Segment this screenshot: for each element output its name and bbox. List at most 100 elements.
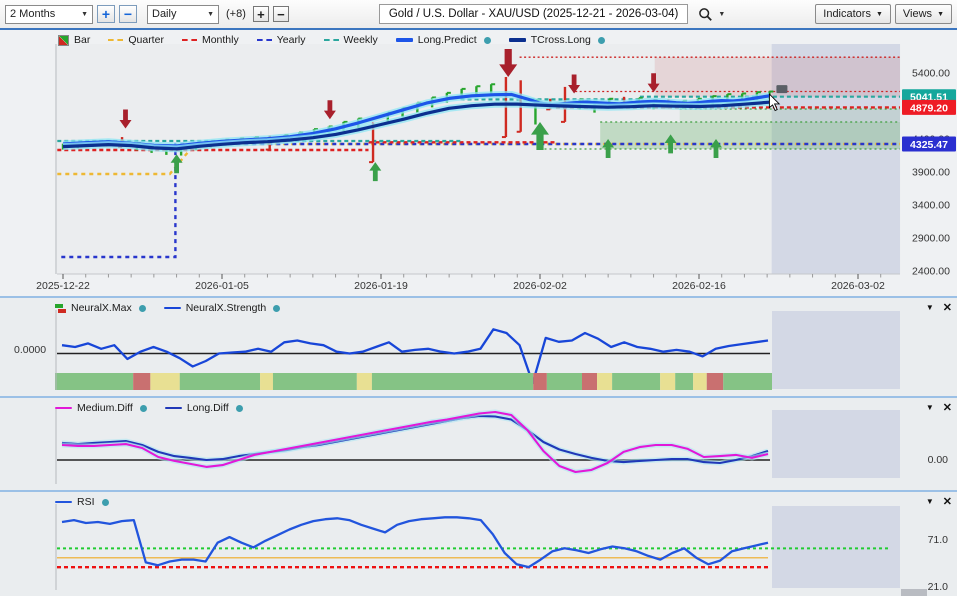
close-panel-button[interactable]: ✕ <box>943 401 952 414</box>
rsi-tick-21: 21.0 <box>928 581 948 593</box>
legend-label: Yearly <box>277 34 306 46</box>
indicator-info-dot-icon[interactable] <box>598 37 605 44</box>
weekly-line-icon <box>324 39 339 41</box>
rsi-panel[interactable]: RSI 71.0 21.0 ▼ ✕ <box>0 490 957 596</box>
offset-decrease-button[interactable]: − <box>273 6 289 22</box>
legend-item-bar[interactable]: Bar <box>58 34 90 46</box>
monthly-line-icon <box>182 39 197 41</box>
neuralx-max-strip-segment <box>707 373 723 390</box>
legend-item-quarter[interactable]: Quarter <box>108 34 164 46</box>
legend-label: NeuralX.Max <box>71 302 132 314</box>
legend-item-monthly[interactable]: Monthly <box>182 34 239 46</box>
x-axis-label: 2026-01-05 <box>195 280 249 292</box>
x-axis-label: 2026-03-02 <box>831 280 885 292</box>
legend-label: Medium.Diff <box>77 402 133 414</box>
search-icon[interactable] <box>698 7 713 22</box>
legend-item-long-diff[interactable]: Long.Diff <box>165 402 243 414</box>
legend-label: Monthly <box>202 34 239 46</box>
legend-item-neuralx-max[interactable]: NeuralX.Max <box>55 302 146 314</box>
rsi-chart-plot[interactable] <box>0 492 957 596</box>
close-panel-button[interactable]: ✕ <box>943 301 952 314</box>
collapse-panel-button[interactable]: ▼ <box>926 403 934 412</box>
legend-item-neuralx-strength[interactable]: NeuralX.Strength <box>164 302 281 314</box>
symbol-search[interactable]: ▼ <box>698 7 725 22</box>
toolbar: 2 Months ▼ + − Daily ▼ (+8) + − Gold / U… <box>0 0 957 28</box>
dropdown-caret-icon: ▼ <box>207 11 214 18</box>
legend-label: TCross.Long <box>531 34 591 46</box>
legend-label: Long.Predict <box>418 34 477 46</box>
legend-item-yearly[interactable]: Yearly <box>257 34 306 46</box>
neuralx-strength-line-icon <box>164 307 181 310</box>
legend-item-long-predict[interactable]: Long.Predict <box>396 34 491 46</box>
future-window-zone <box>772 506 900 588</box>
legend-item-weekly[interactable]: Weekly <box>324 34 378 46</box>
range-select[interactable]: 2 Months ▼ <box>5 5 93 24</box>
legend-label: Long.Diff <box>187 402 229 414</box>
close-panel-button[interactable]: ✕ <box>943 495 952 508</box>
price-badge-value: 4325.47 <box>910 139 948 151</box>
diff-legend: Medium.Diff Long.Diff <box>55 402 243 414</box>
indicator-info-dot-icon[interactable] <box>273 305 280 312</box>
main-price-panel[interactable]: Bar Quarter Monthly Yearly Weekly Long.P… <box>0 28 957 296</box>
indicator-info-dot-icon[interactable] <box>139 305 146 312</box>
price-badge-value: 4879.20 <box>910 102 948 114</box>
legend-label: NeuralX.Strength <box>186 302 267 314</box>
bar-offset-label: (+8) <box>223 8 249 20</box>
neuralx-max-strip-segment <box>150 373 179 390</box>
range-increase-button[interactable]: + <box>97 5 115 23</box>
symbol-title-box[interactable]: Gold / U.S. Dollar - XAU/USD (2025-12-21… <box>379 4 689 24</box>
neuralx-max-strip-segment <box>660 373 675 390</box>
neuralx-max-strip-segment <box>675 373 693 390</box>
bar-legend-icon <box>58 35 69 46</box>
neuralx-max-strip-segment <box>180 373 260 390</box>
indicators-menu-button[interactable]: Indicators ▼ <box>815 4 891 24</box>
legend-label: Bar <box>74 34 90 46</box>
legend-label: RSI <box>77 496 95 508</box>
series-line-medium-diff <box>62 412 768 472</box>
y-axis-label: 2900.00 <box>912 233 950 245</box>
neuralx-max-strip-segment <box>533 373 547 390</box>
search-caret-icon[interactable]: ▼ <box>718 11 725 18</box>
views-menu-label: Views <box>903 8 932 20</box>
indicator-info-dot-icon[interactable] <box>140 405 147 412</box>
views-menu-button[interactable]: Views ▼ <box>895 4 952 24</box>
dropdown-caret-icon: ▼ <box>937 11 944 18</box>
neuralx-max-strip-segment <box>693 373 707 390</box>
medium-diff-line-icon <box>55 407 72 410</box>
legend-item-rsi[interactable]: RSI <box>55 496 109 508</box>
forecast-zone <box>680 109 900 122</box>
rsi-line-icon <box>55 501 72 504</box>
neuralx-legend: NeuralX.Max NeuralX.Strength <box>55 302 280 314</box>
legend-item-tcross-long[interactable]: TCross.Long <box>509 34 605 46</box>
x-axis-label: 2026-02-16 <box>672 280 726 292</box>
neuralx-max-strip-segment <box>357 373 372 390</box>
y-axis-label: 3900.00 <box>912 167 950 179</box>
main-chart-legend: Bar Quarter Monthly Yearly Weekly Long.P… <box>58 34 605 46</box>
range-select-value: 2 Months <box>10 8 55 20</box>
collapse-panel-button[interactable]: ▼ <box>926 303 934 312</box>
neuralx-panel[interactable]: NeuralX.Max NeuralX.Strength 0.0000 ▼ ✕ <box>0 296 957 396</box>
rsi-line <box>62 517 768 567</box>
neuralx-max-strip-segment <box>612 373 660 390</box>
indicator-info-dot-icon[interactable] <box>102 499 109 506</box>
collapse-panel-button[interactable]: ▼ <box>926 497 934 506</box>
interval-select[interactable]: Daily ▼ <box>147 5 219 24</box>
neuralx-max-strip-segment <box>582 373 597 390</box>
neuralx-max-icon <box>55 304 66 313</box>
legend-item-medium-diff[interactable]: Medium.Diff <box>55 402 147 414</box>
neuralx-max-strip-segment <box>273 373 357 390</box>
x-axis-label: 2026-01-19 <box>354 280 408 292</box>
x-axis-label: 2026-02-02 <box>513 280 567 292</box>
offset-increase-button[interactable]: + <box>253 6 269 22</box>
panel-controls: ▼ ✕ <box>926 401 952 414</box>
dropdown-caret-icon: ▼ <box>81 11 88 18</box>
indicator-info-dot-icon[interactable] <box>484 37 491 44</box>
main-price-chart-plot[interactable]: 2025-12-222026-01-052026-01-192026-02-02… <box>0 30 957 296</box>
diff-panel[interactable]: Medium.Diff Long.Diff 0.00 ▼ ✕ <box>0 396 957 490</box>
neuralx-max-strip-segment <box>55 373 133 390</box>
indicator-info-dot-icon[interactable] <box>236 405 243 412</box>
range-decrease-button[interactable]: − <box>119 5 137 23</box>
quarter-line-icon <box>108 39 123 41</box>
future-window-zone <box>772 311 900 389</box>
neuralx-max-strip-segment <box>260 373 273 390</box>
